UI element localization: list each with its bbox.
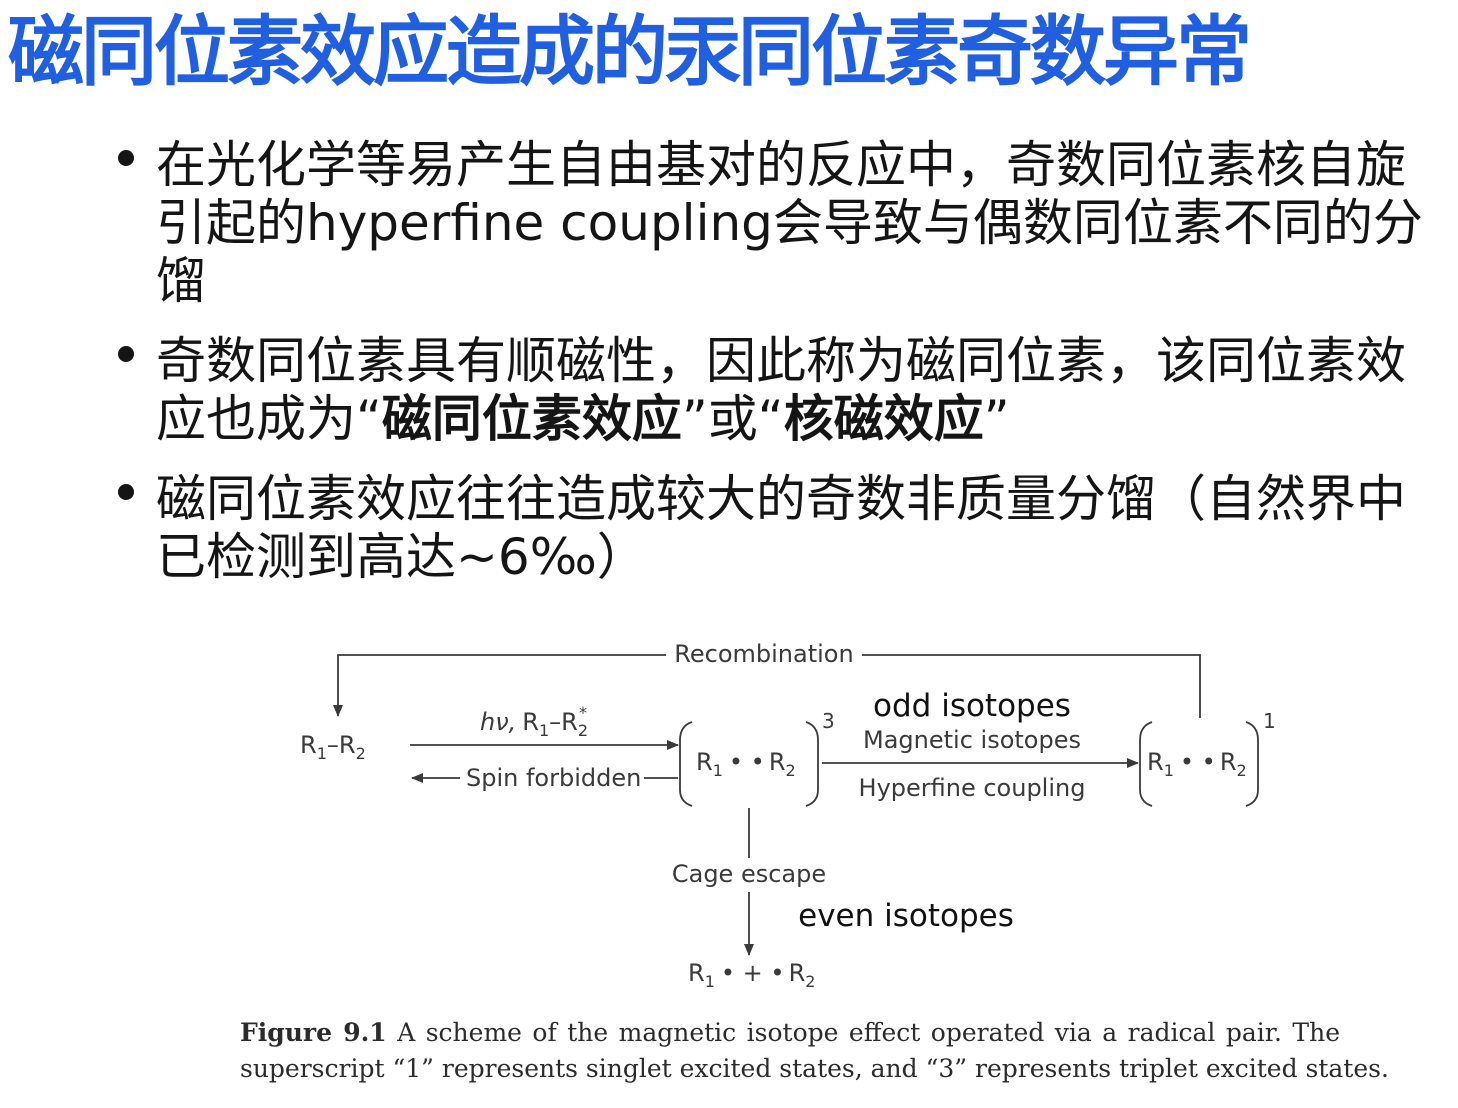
even-isotopes-label: even isotopes [798,898,1014,934]
triplet-left-brace [679,721,693,807]
triplet-pair-label: R1 • • R2 [696,748,796,780]
caption-line-2: superscript “1” represents singlet excit… [240,1054,1389,1083]
magnetic-isotopes-label: Magnetic isotopes [863,726,1081,754]
caption-line-1: Figure 9.1 A scheme of the magnetic isot… [240,1015,1340,1051]
emphasis-nuclear-magnetic-effect: 核磁效应 [783,390,984,448]
slide-title: 磁同位素效应造成的汞同位素奇数异常 [8,7,1252,96]
spin-forbidden-label: Spin forbidden [466,764,641,792]
singlet-right-brace [1245,721,1259,807]
reactant-label: R1–R2 [300,731,366,763]
bullet-dot-icon [118,346,134,362]
bullet-dot-icon [118,150,134,166]
bullet-list: 在光化学等易产生自由基对的反应中，奇数同位素核自旋引起的hyperfine co… [112,136,1442,586]
bullet-text: 在光化学等易产生自由基对的反应中，奇数同位素核自旋引起的hyperfine co… [156,136,1423,310]
products-label: R1 • + • R2 [688,959,815,991]
caption-text-1: A scheme of the magnetic isotope effect … [397,1018,1341,1047]
caption-label: Figure 9.1 [240,1018,387,1047]
emphasis-magnetic-isotope-effect: 磁同位素效应 [381,390,682,448]
bullet-text-connector: ”或“ [681,390,784,448]
bullet-text-close-quote: ” [983,390,1010,448]
singlet-left-brace [1139,721,1153,807]
triplet-right-brace [805,721,819,807]
recombination-line-left [333,654,666,717]
singlet-superscript: 1 [1263,709,1276,733]
recombination-line-right [862,654,1201,718]
hyperfine-coupling-label: Hyperfine coupling [859,774,1086,802]
odd-isotopes-label: odd isotopes [873,688,1071,724]
singlet-pair-label: R1 • • R2 [1147,748,1247,780]
bullet-item-1: 在光化学等易产生自由基对的反应中，奇数同位素核自旋引起的hyperfine co… [112,136,1442,310]
bullet-dot-icon [118,484,134,500]
triplet-superscript: 3 [822,709,835,733]
excitation-label: hν, R1–R2* [480,703,588,740]
cage-escape-label: Cage escape [672,860,826,888]
bullet-text: 磁同位素效应往往造成较大的奇数非质量分馏（自然界中已检测到高达~6‰） [156,470,1406,586]
bullet-item-2: 奇数同位素具有顺磁性，因此称为磁同位素，该同位素效应也成为“磁同位素效应”或“核… [112,332,1442,448]
bullet-item-3: 磁同位素效应往往造成较大的奇数非质量分馏（自然界中已检测到高达~6‰） [112,470,1442,586]
recombination-label: Recombination [674,640,853,668]
figure-caption: Figure 9.1 A scheme of the magnetic isot… [240,1015,1389,1087]
